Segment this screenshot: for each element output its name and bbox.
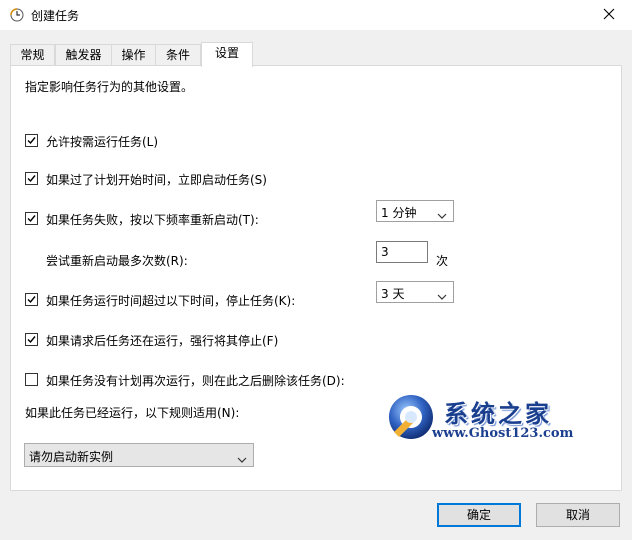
force-stop-label[interactable]: 如果请求后任务还在运行，强行将其停止(F): [46, 332, 278, 349]
running-rule-value: 请勿启动新实例: [29, 450, 114, 464]
restart-interval-dropdown[interactable]: 1 分钟: [376, 200, 454, 222]
tab-general[interactable]: 常规: [10, 44, 55, 65]
task-scheduler-icon: [10, 8, 24, 22]
restart-attempts-input[interactable]: [376, 241, 428, 263]
restart-on-fail-checkbox[interactable]: [25, 212, 38, 225]
checkmark-icon: [27, 175, 36, 183]
delete-if-unscheduled-label[interactable]: 如果任务没有计划再次运行，则在此之后删除该任务(D):: [46, 372, 345, 389]
force-stop-checkbox[interactable]: [25, 333, 38, 346]
checkmark-icon: [27, 336, 36, 344]
watermark-url: www.Ghost123.com: [432, 426, 574, 441]
chevron-down-icon: [437, 208, 447, 222]
window-title: 创建任务: [31, 9, 80, 23]
chevron-down-icon: [237, 452, 247, 466]
tab-settings[interactable]: 设置: [201, 42, 253, 67]
stop-duration-dropdown[interactable]: 3 天: [376, 281, 454, 303]
cancel-button[interactable]: 取消: [536, 503, 620, 527]
tab-conditions[interactable]: 条件: [155, 44, 201, 65]
ok-button[interactable]: 确定: [437, 503, 521, 527]
running-rule-label: 如果此任务已经运行，以下规则适用(N):: [25, 406, 240, 420]
close-button[interactable]: [586, 0, 632, 30]
checkmark-icon: [27, 215, 36, 223]
chevron-down-icon: [437, 289, 447, 303]
title-bar: 创建任务: [0, 0, 632, 30]
close-icon: [603, 8, 615, 23]
run-if-missed-label[interactable]: 如果过了计划开始时间，立即启动任务(S): [46, 171, 267, 188]
delete-if-unscheduled-checkbox[interactable]: [25, 373, 38, 386]
watermark-name: 系统之家: [444, 400, 552, 428]
tab-actions[interactable]: 操作: [111, 44, 156, 65]
allow-on-demand-checkbox[interactable]: [25, 134, 38, 147]
checkmark-icon: [27, 137, 36, 145]
checkmark-icon: [27, 296, 36, 304]
restart-interval-value: 1 分钟: [381, 206, 417, 220]
stop-if-long-checkbox[interactable]: [25, 293, 38, 306]
watermark-logo-icon: [386, 392, 436, 445]
tab-triggers[interactable]: 触发器: [55, 44, 112, 65]
restart-attempts-label: 尝试重新启动最多次数(R):: [46, 254, 188, 268]
stop-duration-value: 3 天: [381, 287, 405, 301]
settings-description: 指定影响任务行为的其他设置。: [25, 80, 194, 94]
stop-if-long-label[interactable]: 如果任务运行时间超过以下时间，停止任务(K):: [46, 292, 295, 309]
run-if-missed-checkbox[interactable]: [25, 172, 38, 185]
restart-on-fail-label[interactable]: 如果任务失败，按以下频率重新启动(T):: [46, 211, 259, 228]
allow-on-demand-label[interactable]: 允许按需运行任务(L): [46, 133, 158, 150]
running-rule-dropdown[interactable]: 请勿启动新实例: [24, 443, 254, 467]
restart-attempts-unit: 次: [436, 254, 449, 268]
watermark: 系统之家 www.Ghost123.com: [386, 392, 622, 452]
